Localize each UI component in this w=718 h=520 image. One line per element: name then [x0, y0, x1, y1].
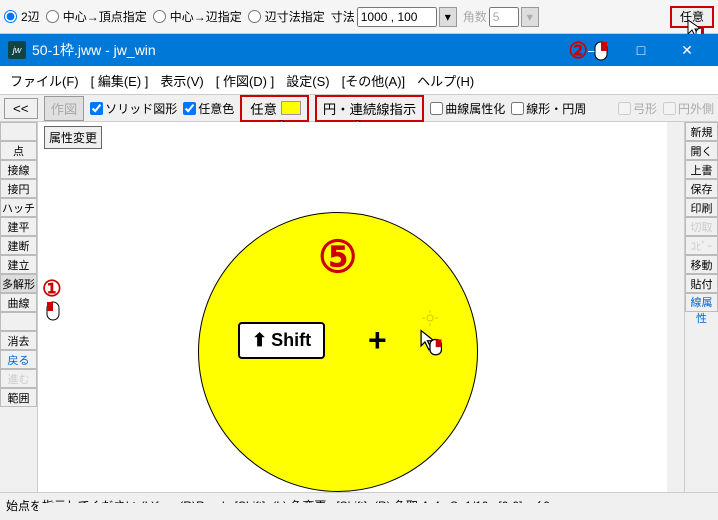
- menubar: ファイル(F) [ 編集(E) ] 表示(V) [ 作図(D) ] 設定(S) …: [0, 66, 718, 94]
- right-toolbar: 新規 開く 上書 保存 印刷 切取 ｺﾋﾟｰ 移動 貼付 線属性: [684, 122, 718, 492]
- rtool-paste[interactable]: 貼付: [685, 274, 718, 293]
- dim-dropdown[interactable]: ▾: [439, 7, 457, 27]
- mouse-icon-1: [44, 300, 62, 322]
- back-button[interactable]: <<: [4, 98, 38, 119]
- menu-view[interactable]: 表示(V): [160, 71, 203, 90]
- mouse-icon-2: [592, 40, 610, 62]
- mouse-icon-5: [418, 328, 442, 356]
- window-title: 50-1枠.jww - jw_win: [32, 40, 156, 60]
- left-toolbar: 点 接線 接円 ハッチ 建平 建断 建立 多解形 曲線 消去 戻る 進む 範囲: [0, 122, 38, 492]
- anycolor-frame: 任意: [240, 95, 309, 122]
- dim-input[interactable]: [357, 7, 437, 27]
- tool-range[interactable]: 範囲: [0, 388, 37, 407]
- rtool-new[interactable]: 新規: [685, 122, 718, 141]
- arc-checkbox: 弓形: [618, 100, 657, 117]
- callout-2: ②: [568, 38, 588, 64]
- anycolor-checkbox[interactable]: 任意色: [183, 100, 234, 117]
- app-icon: jw: [8, 41, 26, 59]
- drawing-canvas[interactable]: 属性変更 ⑤ ⬆ Shift + ①: [38, 122, 684, 492]
- tool-tangent-circle[interactable]: 接円: [0, 179, 37, 198]
- menu-draw[interactable]: [ 作図(D) ]: [216, 71, 275, 90]
- tool-redo[interactable]: 進む: [0, 369, 37, 388]
- callout-1: ①: [42, 276, 62, 302]
- menu-edit[interactable]: [ 編集(E) ]: [91, 71, 149, 90]
- workarea: 点 接線 接円 ハッチ 建平 建断 建立 多解形 曲線 消去 戻る 進む 範囲 …: [0, 122, 718, 492]
- tool-undo[interactable]: 戻る: [0, 350, 37, 369]
- sides-label: 角数: [463, 8, 487, 25]
- radio-side-dim[interactable]: 辺寸法指定: [248, 8, 325, 25]
- rtool-cut[interactable]: 切取: [685, 217, 718, 236]
- shift-key-icon: ⬆ Shift: [238, 322, 325, 359]
- rtool-copy[interactable]: ｺﾋﾟｰ: [685, 236, 718, 255]
- rtool-open[interactable]: 開く: [685, 141, 718, 160]
- tool-kenpei[interactable]: 建平: [0, 217, 37, 236]
- rtool-lineattr[interactable]: 線属性: [685, 293, 718, 312]
- menu-file[interactable]: ファイル(F): [10, 71, 79, 90]
- color-swatch[interactable]: [281, 101, 301, 115]
- options-toolbar: << 作図 ソリッド図形 任意色 任意 円・連続線指示 曲線属性化 線形・円周 …: [0, 94, 718, 122]
- radio-center-side[interactable]: 中心→辺指定: [153, 8, 242, 25]
- arrow-up-icon: ⬆: [252, 330, 267, 351]
- radio-2sides[interactable]: 2辺: [4, 8, 40, 25]
- line-circum-checkbox[interactable]: 線形・円周: [511, 100, 586, 117]
- rtool-move[interactable]: 移動: [685, 255, 718, 274]
- menu-other[interactable]: [その他(A)]: [342, 71, 406, 90]
- tool-tangent[interactable]: 接線: [0, 160, 37, 179]
- solid-checkbox[interactable]: ソリッド図形: [90, 100, 177, 117]
- tool-point[interactable]: 点: [0, 141, 37, 160]
- anycolor-button[interactable]: 任意: [248, 99, 279, 118]
- tool-curve[interactable]: 曲線: [0, 293, 37, 312]
- parameter-toolbar: 2辺 中心→頂点指定 中心→辺指定 辺寸法指定 寸法 ▾ 角数 ▾ 任意: [0, 0, 718, 34]
- vertical-scrollbar[interactable]: [667, 122, 684, 492]
- tool-kenritsu[interactable]: 建立: [0, 255, 37, 274]
- curve-attr-checkbox[interactable]: 曲線属性化: [430, 100, 505, 117]
- menu-settings[interactable]: 設定(S): [286, 71, 329, 90]
- rtool-save[interactable]: 保存: [685, 179, 718, 198]
- rtool-print[interactable]: 印刷: [685, 198, 718, 217]
- titlebar: jw 50-1枠.jww - jw_win — □ ✕ ②: [0, 34, 718, 66]
- callout-5: ⑤: [318, 232, 357, 283]
- tool-blank1[interactable]: [0, 122, 37, 141]
- horizontal-scrollbar[interactable]: [38, 503, 684, 520]
- menu-help[interactable]: ヘルプ(H): [417, 71, 474, 90]
- sides-dropdown: ▾: [521, 7, 539, 27]
- tool-kendan[interactable]: 建断: [0, 236, 37, 255]
- tool-polygon[interactable]: 多解形: [0, 274, 37, 293]
- outer-checkbox: 円外側: [663, 100, 714, 117]
- sakuzu-button[interactable]: 作図: [44, 96, 85, 121]
- attr-change-button[interactable]: 属性変更: [44, 126, 102, 149]
- tool-hatch[interactable]: ハッチ: [0, 198, 37, 217]
- dim-label: 寸法: [331, 8, 355, 25]
- tool-blank2[interactable]: [0, 312, 37, 331]
- maximize-button[interactable]: □: [618, 34, 664, 66]
- circle-line-button[interactable]: 円・連続線指示: [315, 95, 424, 122]
- close-button[interactable]: ✕: [664, 34, 710, 66]
- sides-input: [489, 7, 519, 27]
- rtool-overwrite[interactable]: 上書: [685, 160, 718, 179]
- tool-erase[interactable]: 消去: [0, 331, 37, 350]
- radio-center-vertex[interactable]: 中心→頂点指定: [46, 8, 147, 25]
- plus-icon: +: [368, 322, 387, 359]
